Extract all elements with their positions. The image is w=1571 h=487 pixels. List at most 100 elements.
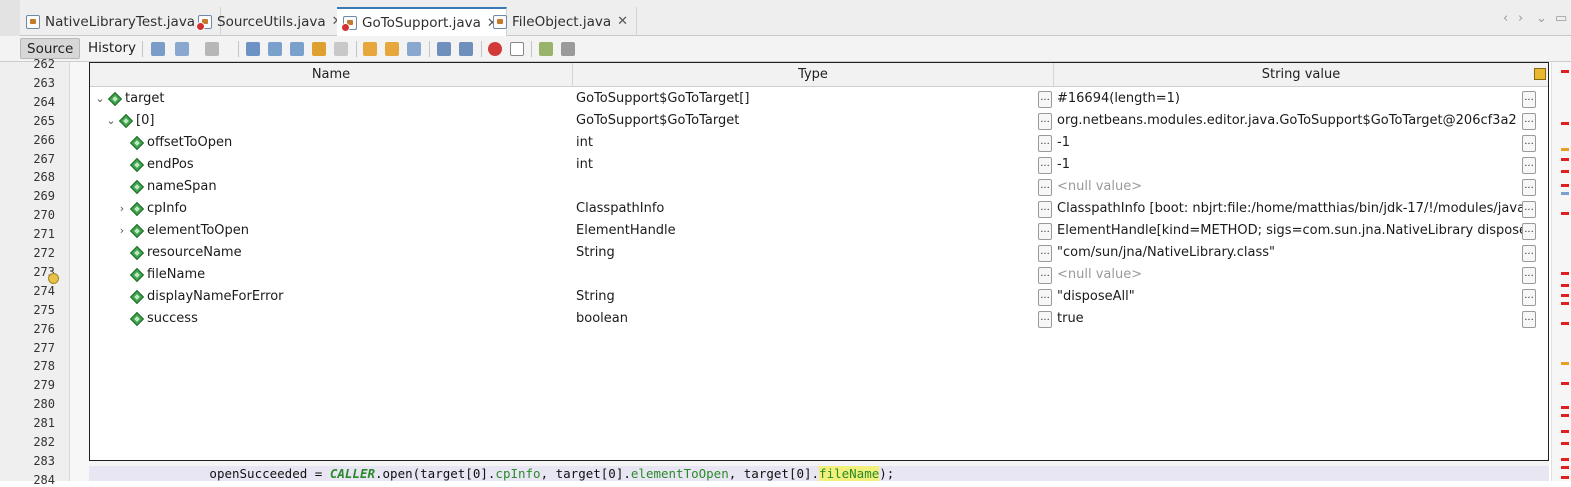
find-previous-icon[interactable]: [268, 42, 282, 56]
back-icon[interactable]: [175, 42, 189, 56]
toggle-rect-selection-icon[interactable]: [334, 42, 348, 56]
table-row[interactable]: endPos int... -1...: [90, 154, 1548, 176]
editor-tab[interactable]: SourceUtils.java✕: [192, 7, 352, 36]
uncomment-icon[interactable]: [561, 42, 575, 56]
cell-string-value: -1: [1057, 157, 1070, 172]
value-ellipsis-button[interactable]: ...: [1522, 311, 1536, 328]
error-stripe-mark[interactable]: [1561, 466, 1569, 469]
table-row[interactable]: ⌄ [0] GoToSupport$GoToTarget... org.netbean…: [90, 110, 1548, 132]
field-variable-icon: [129, 179, 145, 195]
toggle-highlight-icon[interactable]: [312, 42, 326, 56]
restore-window-icon[interactable]: ▭: [1555, 11, 1567, 26]
error-stripe-mark[interactable]: [1561, 442, 1569, 445]
table-row[interactable]: fileName... <null value>...: [90, 264, 1548, 286]
type-ellipsis-button[interactable]: ...: [1038, 311, 1052, 328]
type-ellipsis-button[interactable]: ...: [1038, 135, 1052, 152]
table-row[interactable]: success boolean... true...: [90, 308, 1548, 330]
error-stripe-mark[interactable]: [1561, 184, 1569, 187]
value-ellipsis-button[interactable]: ...: [1522, 135, 1536, 152]
table-row[interactable]: › cpInfo ClasspathInfo... ClasspathInfo [bo…: [90, 198, 1548, 220]
error-stripe-mark[interactable]: [1561, 362, 1569, 365]
error-stripe-mark[interactable]: [1561, 212, 1569, 215]
error-stripe-mark[interactable]: [1561, 158, 1569, 161]
current-code-line[interactable]: openSucceeded = CALLER.open(target[0].cp…: [89, 466, 1549, 481]
tab-menu-icon[interactable]: ⌄: [1536, 11, 1547, 26]
error-stripe-mark[interactable]: [1561, 272, 1569, 275]
column-header-string-value[interactable]: String value: [1054, 63, 1548, 87]
tab-prev-icon[interactable]: ‹: [1503, 11, 1508, 26]
toggle-bookmark-icon[interactable]: [407, 42, 421, 56]
comment-icon[interactable]: [539, 42, 553, 56]
error-stripe-mark[interactable]: [1561, 192, 1569, 195]
type-ellipsis-button[interactable]: ...: [1038, 267, 1052, 284]
next-bookmark-icon[interactable]: [385, 42, 399, 56]
type-ellipsis-button[interactable]: ...: [1038, 113, 1052, 130]
value-ellipsis-button[interactable]: ...: [1522, 179, 1536, 196]
collapse-node-icon[interactable]: ⌄: [94, 88, 106, 110]
variable-tooltip-table[interactable]: Name Type String value ⌄ target GoToSuppor…: [89, 62, 1549, 461]
hint-bulb-icon[interactable]: [48, 273, 59, 284]
cell-type: String: [576, 289, 615, 304]
type-ellipsis-button[interactable]: ...: [1038, 179, 1052, 196]
error-stripe-mark[interactable]: [1561, 414, 1569, 417]
column-chooser-icon[interactable]: [1534, 68, 1546, 80]
editor-tab[interactable]: NativeLibraryTest.java✕: [20, 7, 221, 36]
value-ellipsis-button[interactable]: ...: [1522, 201, 1536, 218]
forward-icon[interactable]: [205, 42, 219, 56]
type-ellipsis-button[interactable]: ...: [1038, 223, 1052, 240]
table-row[interactable]: nameSpan... <null value>...: [90, 176, 1548, 198]
error-stripe-mark[interactable]: [1561, 284, 1569, 287]
type-ellipsis-button[interactable]: ...: [1038, 157, 1052, 174]
type-ellipsis-button[interactable]: ...: [1038, 289, 1052, 306]
error-stripe-mark[interactable]: [1561, 430, 1569, 433]
value-ellipsis-button[interactable]: ...: [1522, 245, 1536, 262]
error-stripe-mark[interactable]: [1561, 70, 1569, 73]
previous-bookmark-icon[interactable]: [363, 42, 377, 56]
error-stripe-mark[interactable]: [1561, 458, 1569, 461]
collapse-node-icon[interactable]: ⌄: [105, 110, 117, 132]
field-variable-icon: [129, 223, 145, 239]
column-header-type[interactable]: Type: [573, 63, 1054, 87]
value-ellipsis-button[interactable]: ...: [1522, 267, 1536, 284]
start-macro-icon[interactable]: [488, 42, 502, 56]
close-tab-icon[interactable]: ✕: [617, 14, 628, 29]
error-stripe-mark[interactable]: [1561, 302, 1569, 305]
value-ellipsis-button[interactable]: ...: [1522, 223, 1536, 240]
table-row[interactable]: › elementToOpen ElementHandle... ElementHan…: [90, 220, 1548, 242]
type-ellipsis-button[interactable]: ...: [1038, 245, 1052, 262]
error-stripe-mark[interactable]: [1561, 406, 1569, 409]
value-ellipsis-button[interactable]: ...: [1522, 157, 1536, 174]
error-stripe-mark[interactable]: [1561, 294, 1569, 297]
table-row[interactable]: offsetToOpen int... -1...: [90, 132, 1548, 154]
error-stripe-mark[interactable]: [1561, 322, 1569, 325]
error-stripe-mark[interactable]: [1561, 148, 1569, 151]
table-row[interactable]: ⌄ target GoToSupport$GoToTarget[]... #16694…: [90, 88, 1548, 110]
value-ellipsis-button[interactable]: ...: [1522, 289, 1536, 306]
editor-tab[interactable]: GoToSupport.java✕: [337, 7, 507, 37]
error-stripe-mark[interactable]: [1561, 170, 1569, 173]
table-row[interactable]: resourceName String... "com/sun/jna/Native…: [90, 242, 1548, 264]
java-file-icon: [493, 14, 507, 29]
expand-node-icon[interactable]: ›: [116, 198, 128, 220]
last-edit-icon[interactable]: [151, 42, 165, 56]
tab-next-icon[interactable]: ›: [1518, 11, 1523, 26]
editor-tab[interactable]: FileObject.java ✕: [487, 7, 638, 36]
column-header-name[interactable]: Name: [90, 63, 573, 87]
table-row[interactable]: displayNameForError String... "disposeAll"…: [90, 286, 1548, 308]
history-view-button[interactable]: History: [82, 38, 142, 59]
value-ellipsis-button[interactable]: ...: [1522, 113, 1536, 130]
find-next-icon[interactable]: [290, 42, 304, 56]
stop-macro-icon[interactable]: [510, 42, 524, 56]
value-ellipsis-button[interactable]: ...: [1522, 91, 1536, 108]
type-ellipsis-button[interactable]: ...: [1038, 201, 1052, 218]
shift-left-icon[interactable]: [437, 42, 451, 56]
type-ellipsis-button[interactable]: ...: [1038, 91, 1052, 108]
error-stripe-mark[interactable]: [1561, 476, 1569, 479]
shift-right-icon[interactable]: [459, 42, 473, 56]
find-icon[interactable]: [246, 42, 260, 56]
source-view-button[interactable]: Source: [20, 38, 81, 59]
error-stripe[interactable]: [1551, 62, 1571, 481]
error-stripe-mark[interactable]: [1561, 122, 1569, 125]
error-stripe-mark[interactable]: [1561, 382, 1569, 385]
expand-node-icon[interactable]: ›: [116, 220, 128, 242]
